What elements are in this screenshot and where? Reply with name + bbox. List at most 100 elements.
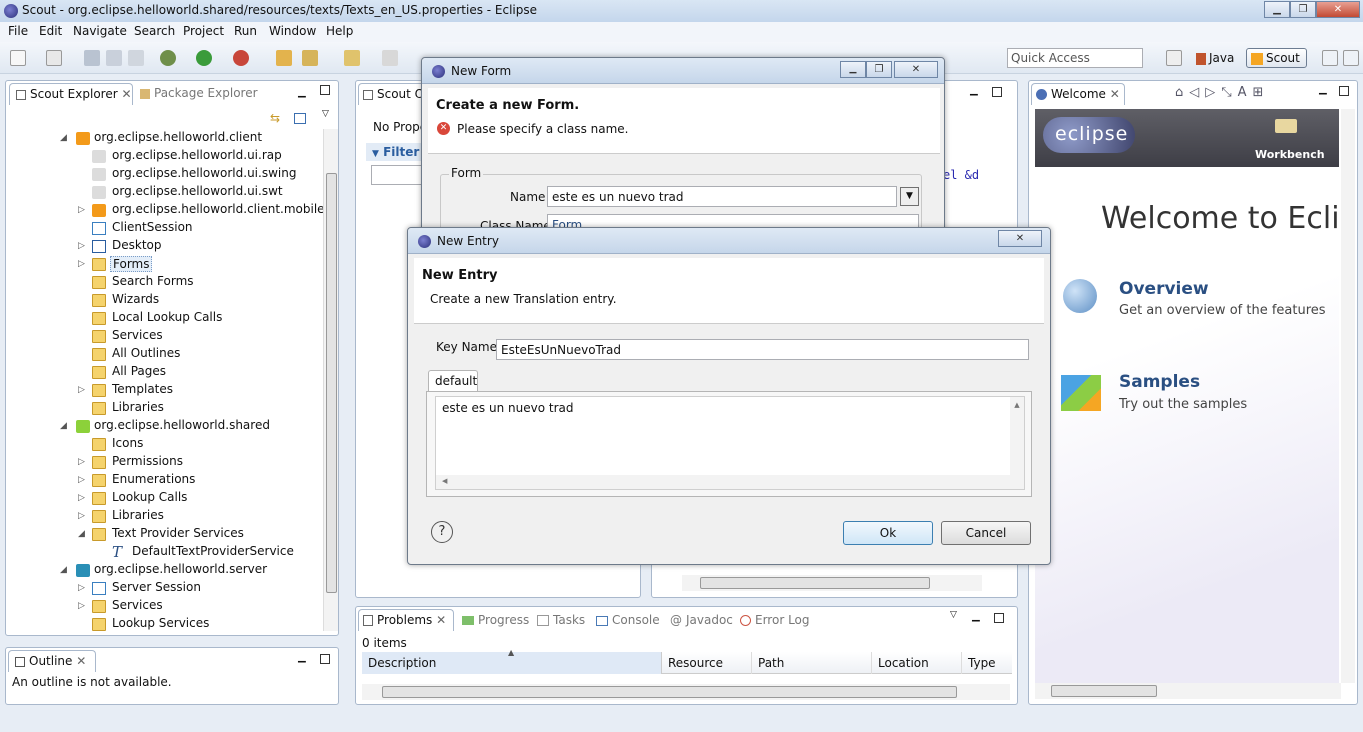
run-icon[interactable] — [196, 50, 212, 66]
name-dropdown-button[interactable]: ▼ — [900, 187, 919, 206]
view-menu-icon[interactable]: ▽ — [322, 109, 329, 119]
maximize-view-icon[interactable] — [1339, 86, 1349, 96]
minimize-view-icon[interactable]: ▁ — [970, 85, 978, 96]
scrollbar-thumb[interactable] — [700, 577, 930, 589]
editor-hscrollbar[interactable] — [682, 575, 982, 591]
close-dialog-button[interactable]: ✕ — [894, 61, 938, 78]
textarea-hscrollbar[interactable]: ◀ — [436, 475, 1024, 489]
welcome-nav-icons[interactable]: ⌂◁▷⤡A⊞ — [1175, 85, 1269, 100]
tab-package-explorer[interactable]: Package Explorer — [140, 86, 258, 100]
save-icon[interactable] — [84, 50, 100, 66]
expand-arrow-icon[interactable]: ▷ — [78, 511, 85, 521]
menu-file[interactable]: File — [8, 24, 28, 38]
forward-icon[interactable] — [382, 50, 398, 66]
expand-arrow-icon[interactable]: ▷ — [78, 457, 85, 467]
key-name-field[interactable]: EsteEsUnNuevoTrad — [496, 339, 1029, 360]
new-icon[interactable] — [10, 50, 26, 66]
tab-problems[interactable]: Problems ✕ — [358, 609, 454, 631]
close-tab-icon[interactable]: ✕ — [76, 654, 86, 668]
collapse-all-icon[interactable] — [294, 113, 306, 124]
scrollbar-thumb[interactable] — [326, 173, 337, 593]
back-icon[interactable] — [344, 50, 360, 66]
save-all-icon[interactable] — [106, 50, 122, 66]
maximize-view-icon[interactable] — [992, 87, 1002, 97]
explorer-scrollbar[interactable] — [323, 129, 338, 631]
minimized-view-icon[interactable] — [1322, 50, 1338, 66]
expand-arrow-icon[interactable]: ▷ — [78, 475, 85, 485]
minimize-button[interactable]: ▁ — [840, 61, 866, 78]
column-resource[interactable]: Resource — [662, 652, 752, 674]
close-tab-icon[interactable]: ✕ — [1110, 87, 1120, 101]
tab-default[interactable]: default — [428, 370, 478, 392]
tab-scout-explorer[interactable]: Scout Explorer ✕ — [9, 83, 133, 105]
minimize-view-icon[interactable]: ▁ — [972, 611, 980, 622]
tab-console[interactable]: Console — [596, 613, 660, 627]
maximize-button[interactable]: ❐ — [866, 61, 892, 78]
expand-arrow-icon[interactable]: ▷ — [78, 259, 85, 269]
tab-outline[interactable]: Outline ✕ — [8, 650, 96, 672]
close-window-button[interactable]: ✕ — [1316, 1, 1360, 18]
tab-error-log[interactable]: Error Log — [740, 613, 810, 627]
welcome-hscrollbar[interactable] — [1035, 683, 1341, 699]
expand-arrow-icon[interactable]: ◢ — [60, 565, 67, 575]
menu-search[interactable]: Search — [134, 24, 175, 38]
menu-edit[interactable]: Edit — [39, 24, 62, 38]
minimize-button[interactable]: ▁ — [1264, 1, 1290, 18]
expand-arrow-icon[interactable]: ◢ — [78, 529, 85, 539]
workbench-icon[interactable] — [1275, 119, 1297, 133]
close-dialog-button[interactable]: ✕ — [998, 230, 1042, 247]
menu-window[interactable]: Window — [269, 24, 316, 38]
minimize-view-icon[interactable]: ▁ — [1319, 84, 1327, 95]
close-tab-icon[interactable]: ✕ — [121, 87, 131, 101]
expand-arrow-icon[interactable]: ▷ — [78, 583, 85, 593]
debug-icon[interactable] — [160, 50, 176, 66]
open-type-icon[interactable] — [276, 50, 292, 66]
expand-arrow-icon[interactable]: ▷ — [78, 241, 85, 251]
overview-link[interactable]: Overview — [1119, 279, 1209, 299]
minimize-view-icon[interactable]: ▁ — [298, 87, 306, 98]
external-tools-icon[interactable] — [233, 50, 249, 66]
problems-hscrollbar[interactable] — [362, 684, 1010, 700]
column-type[interactable]: Type — [962, 652, 1012, 674]
open-perspective-icon[interactable] — [1166, 50, 1182, 66]
help-icon[interactable]: ? — [431, 521, 453, 543]
close-tab-icon[interactable]: ✕ — [436, 613, 446, 627]
quick-access-input[interactable]: Quick Access — [1007, 48, 1143, 68]
samples-link[interactable]: Samples — [1119, 372, 1200, 392]
new-project-icon[interactable] — [46, 50, 62, 66]
workbench-link[interactable]: Workbench — [1255, 148, 1325, 161]
maximize-button[interactable]: ❐ — [1290, 1, 1316, 18]
ok-button[interactable]: Ok — [843, 521, 933, 545]
menu-help[interactable]: Help — [326, 24, 353, 38]
name-field[interactable]: este es un nuevo trad — [547, 186, 897, 207]
view-menu-icon[interactable]: ▽ — [950, 610, 957, 620]
expand-arrow-icon[interactable]: ▷ — [78, 601, 85, 611]
menu-navigate[interactable]: Navigate — [73, 24, 127, 38]
scrollbar-thumb[interactable] — [382, 686, 957, 698]
scrollbar-thumb[interactable] — [1051, 685, 1157, 697]
minimize-view-icon[interactable]: ▁ — [298, 652, 306, 663]
print-icon[interactable] — [128, 50, 144, 66]
menu-project[interactable]: Project — [183, 24, 224, 38]
column-path[interactable]: Path — [752, 652, 872, 674]
perspective-java[interactable]: Java — [1196, 51, 1234, 65]
expand-arrow-icon[interactable]: ▷ — [78, 493, 85, 503]
welcome-vscrollbar[interactable] — [1341, 109, 1355, 683]
search-tool-icon[interactable] — [302, 50, 318, 66]
maximize-view-icon[interactable] — [320, 654, 330, 664]
translation-textarea[interactable]: este es un nuevo trad ▲ ◀ — [435, 396, 1025, 490]
expand-arrow-icon[interactable]: ▷ — [78, 385, 85, 395]
cancel-button[interactable]: Cancel — [941, 521, 1031, 545]
tab-tasks[interactable]: Tasks — [537, 613, 585, 627]
expand-arrow-icon[interactable]: ◢ — [60, 133, 67, 143]
maximize-view-icon[interactable] — [994, 613, 1004, 623]
tab-javadoc[interactable]: @ Javadoc — [670, 613, 733, 627]
textarea-vscrollbar[interactable]: ▲ — [1010, 397, 1024, 475]
menu-run[interactable]: Run — [234, 24, 257, 38]
link-editor-icon[interactable]: ⇆ — [270, 111, 280, 125]
tab-welcome[interactable]: Welcome ✕ — [1031, 83, 1125, 105]
column-location[interactable]: Location — [872, 652, 962, 674]
perspective-scout[interactable]: Scout — [1246, 48, 1307, 68]
maximize-view-icon[interactable] — [320, 85, 330, 95]
minimized-view-icon-2[interactable] — [1343, 50, 1359, 66]
